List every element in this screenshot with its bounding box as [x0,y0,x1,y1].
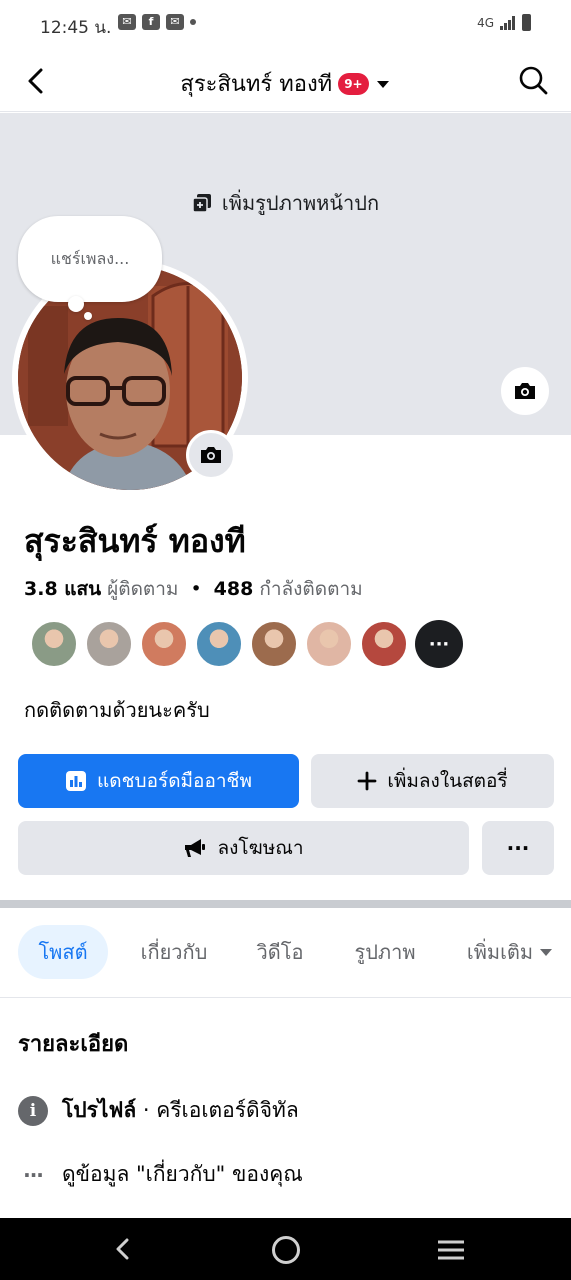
nav-back-icon[interactable] [108,1234,138,1264]
following-label[interactable]: กำลังติดตาม [259,574,362,604]
profile-camera-button[interactable] [186,430,236,480]
friends-avatars-row: ··· [30,620,463,668]
more-options-button[interactable]: ··· [482,821,554,875]
follow-stats: 3.8 แสน ผู้ติดตาม • 488 กำลังติดตาม [24,574,363,604]
cover-camera-button[interactable] [499,365,551,417]
detail-profile-label: โปรไฟล์ [62,1098,137,1122]
tab-about[interactable]: เกี่ยวกับ [124,925,224,979]
megaphone-icon [185,839,206,857]
app-bar-title: สุระสินทร์ ทองที [180,72,333,97]
friends-more-button[interactable]: ··· [415,620,463,668]
search-icon[interactable] [517,64,549,96]
nav-home-icon[interactable] [272,1236,300,1264]
tab-more[interactable]: เพิ่มเติม [450,925,570,979]
caret-down-icon [376,80,389,88]
info-icon: i [18,1095,48,1126]
plus-icon [357,771,377,791]
tab-videos[interactable]: วิดีโอ [240,925,320,979]
note-bubble[interactable]: แชร์เพลง... [18,216,162,302]
advertise-button[interactable]: ลงโฆษณา [18,821,469,875]
facebook-icon: f [142,14,160,30]
app-bar: สุระสินทร์ ทองที 9+ [0,50,571,112]
status-time: 12:45 น. [40,18,112,38]
stats-separator: • [190,578,202,600]
signal-icon [500,15,515,30]
note-bubble-text: แชร์เพลง... [50,248,130,268]
friend-avatar[interactable] [305,620,353,668]
tab-photos[interactable]: รูปภาพ [338,925,432,979]
network-type: 4G [477,15,494,30]
mail-icon: ✉ [166,14,184,30]
note-bubble-tail [68,296,84,312]
friend-avatar[interactable] [30,620,78,668]
friend-avatar[interactable] [250,620,298,668]
status-bar: 12:45 น. ✉ f ✉ 4G [0,0,571,50]
add-photo-icon [192,194,211,213]
profile-bio: กดติดตามด้วยนะครับ [24,698,210,722]
add-cover-photo-label: เพิ่มรูปภาพหน้าปก [221,191,380,215]
more-dots-icon: ··· [23,1162,44,1187]
friend-avatar[interactable] [360,620,408,668]
section-divider [0,900,571,908]
tab-photos-label: รูปภาพ [354,940,416,964]
tab-posts-label: โพสต์ [38,940,88,964]
professional-dashboard-button[interactable]: แดชบอร์ดมืออาชีพ [18,754,299,808]
battery-icon [522,14,531,31]
note-bubble-tail-small [84,312,92,320]
tab-posts[interactable]: โพสต์ [18,925,108,979]
mail-icon: ✉ [118,14,136,30]
more-options-icon: ··· [506,836,530,860]
dashboard-icon [66,771,87,791]
friend-avatar[interactable] [195,620,243,668]
friend-avatar[interactable] [85,620,133,668]
detail-profile-value: · ครีเอเตอร์ดิจิทัล [142,1098,299,1122]
followers-label[interactable]: ผู้ติดตาม [107,574,178,604]
details-heading: รายละเอียด [18,1032,129,1057]
more-notifications-icon [190,19,196,25]
nav-recents-icon[interactable] [436,1238,466,1262]
followers-count[interactable]: 3.8 แสน [24,574,101,604]
add-to-story-label: เพิ่มลงในสตอรี่ [387,770,508,792]
profile-name: สุระสินทร์ ทองที [24,522,246,560]
professional-dashboard-label: แดชบอร์ดมืออาชีพ [97,770,252,792]
tab-about-label: เกี่ยวกับ [140,940,208,964]
tab-more-label: เพิ่มเติม [466,940,534,964]
add-to-story-button[interactable]: เพิ่มลงในสตอรี่ [311,754,554,808]
see-about-info-link[interactable]: ··· ดูข้อมูล "เกี่ยวกับ" ของคุณ [18,1158,303,1191]
advertise-label: ลงโฆษณา [217,837,304,859]
camera-icon [515,383,535,399]
detail-profile-type: i โปรไฟล์ · ครีเอเตอร์ดิจิทัล [18,1094,299,1127]
notification-badge: 9+ [338,72,369,95]
profile-switcher[interactable]: สุระสินทร์ ทองที 9+ [0,66,571,101]
see-about-info-label: ดูข้อมูล "เกี่ยวกับ" ของคุณ [62,1162,303,1186]
tab-videos-label: วิดีโอ [256,940,304,964]
status-notification-icons: ✉ f ✉ [118,14,196,30]
status-right: 4G [477,14,531,31]
profile-tabs: โพสต์ เกี่ยวกับ วิดีโอ รูปภาพ เพิ่มเติม [0,908,571,998]
camera-icon [201,447,221,463]
add-cover-photo-button[interactable]: เพิ่มรูปภาพหน้าปก [0,187,571,219]
friend-avatar[interactable] [140,620,188,668]
system-nav-bar [0,1218,571,1280]
caret-down-icon [540,949,553,956]
following-count[interactable]: 488 [214,578,254,600]
